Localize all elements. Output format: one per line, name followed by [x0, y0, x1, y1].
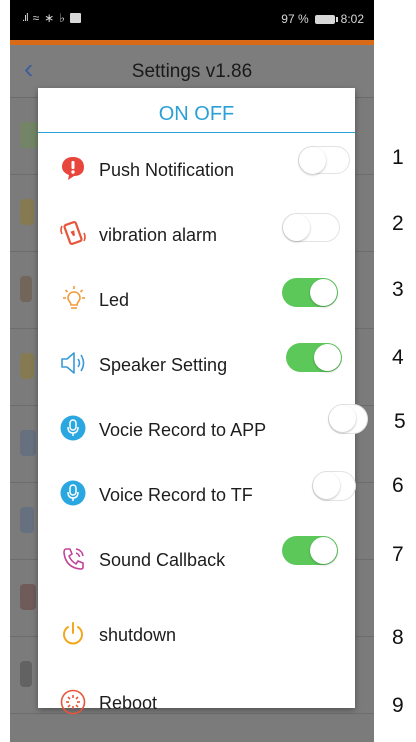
- dialog-title: ON OFF: [38, 88, 355, 133]
- row-number: 9: [392, 694, 404, 717]
- push-notification-item[interactable]: Push Notification: [38, 138, 355, 203]
- phone-icon: [20, 276, 32, 302]
- bell-icon: [20, 199, 34, 225]
- toggle-knob: [329, 405, 356, 432]
- voice-record-app-item[interactable]: Vocie Record to APP: [38, 398, 368, 463]
- voice-record-tf-toggle[interactable]: [312, 471, 356, 501]
- clock-time: 8:02: [340, 12, 364, 26]
- vibration-alarm-item[interactable]: vibration alarm: [38, 203, 355, 268]
- list-icon: [20, 507, 34, 533]
- item-label: shutdown: [99, 625, 177, 645]
- item-label: Push Notification: [99, 160, 235, 180]
- push-notification-toggle[interactable]: [298, 146, 350, 174]
- shutdown-item[interactable]: shutdown: [38, 593, 355, 665]
- voice-record-app-toggle[interactable]: [328, 404, 368, 434]
- mute-icon: ♭: [59, 11, 65, 25]
- toggle-knob: [313, 472, 340, 499]
- voice-record-tf-item[interactable]: Voice Record to TF: [38, 463, 356, 528]
- row-number: 8: [392, 626, 404, 649]
- microphone-icon: [60, 480, 86, 506]
- microphone-icon: [60, 415, 86, 441]
- hand-icon: [20, 353, 34, 379]
- item-label: Reboot: [99, 693, 158, 713]
- call-icon: [20, 661, 32, 687]
- phone-callback-icon: [60, 545, 86, 571]
- item-label: Led: [99, 290, 130, 310]
- item-label: Sound Callback: [99, 550, 226, 570]
- toggle-knob: [299, 147, 326, 174]
- lightbulb-icon: [60, 285, 86, 311]
- on-off-dialog: ON OFF Push Notification vibration alarm…: [38, 88, 368, 715]
- reboot-icon: [60, 689, 86, 715]
- document-icon: [20, 430, 36, 456]
- speaker-setting-item[interactable]: Speaker Setting: [38, 333, 355, 398]
- item-label: Vocie Record to APP: [99, 420, 267, 440]
- led-item[interactable]: Led: [38, 268, 355, 333]
- vibration-alarm-toggle[interactable]: [282, 213, 340, 242]
- led-toggle[interactable]: [282, 278, 338, 307]
- row-number: 7: [392, 543, 404, 566]
- item-label: Voice Record to TF: [99, 485, 253, 505]
- vibrating-phone-icon: [60, 220, 86, 246]
- row-number: 3: [392, 278, 404, 301]
- exclamation-bubble-icon: [60, 155, 86, 181]
- row-number: 6: [392, 474, 404, 497]
- item-label: Speaker Setting: [99, 355, 228, 375]
- battery-icon: [314, 14, 338, 24]
- toggle-knob: [310, 279, 337, 306]
- item-label: vibration alarm: [99, 225, 218, 245]
- message-icon: [69, 13, 81, 23]
- toggle-knob: [314, 344, 341, 371]
- sound-callback-toggle[interactable]: [282, 536, 338, 565]
- sound-callback-item[interactable]: Sound Callback: [38, 528, 355, 593]
- shield-icon: [20, 584, 36, 610]
- signal-icon: .ıl: [22, 12, 28, 24]
- speaker-setting-toggle[interactable]: [286, 343, 342, 372]
- speaker-icon: [60, 350, 86, 376]
- toggle-knob: [310, 537, 337, 564]
- reboot-item[interactable]: Reboot: [38, 665, 355, 730]
- wifi-icon: ≈: [32, 11, 40, 25]
- page-title: Settings v1.86: [131, 61, 253, 82]
- battery-percent: 97 %: [281, 12, 309, 26]
- status-bar: .ıl ≈ ∗ ♭ 97 % 8:02: [10, 0, 374, 40]
- dialog-list: Push Notification vibration alarm Led Sp…: [38, 138, 368, 730]
- bluetooth-icon: ∗: [44, 11, 55, 25]
- row-number: 4: [392, 346, 404, 369]
- status-icons-left: .ıl ≈ ∗ ♭: [22, 11, 81, 25]
- toggle-knob: [283, 214, 310, 241]
- phone-screen: .ıl ≈ ∗ ♭ 97 % 8:02 ‹ Settings v1.86 ON …: [10, 0, 374, 742]
- status-icons-right: 97 % 8:02: [281, 12, 364, 26]
- row-number: 5: [394, 410, 406, 433]
- row-number: 2: [392, 212, 404, 235]
- power-icon: [60, 621, 86, 647]
- row-number: 1: [392, 146, 404, 169]
